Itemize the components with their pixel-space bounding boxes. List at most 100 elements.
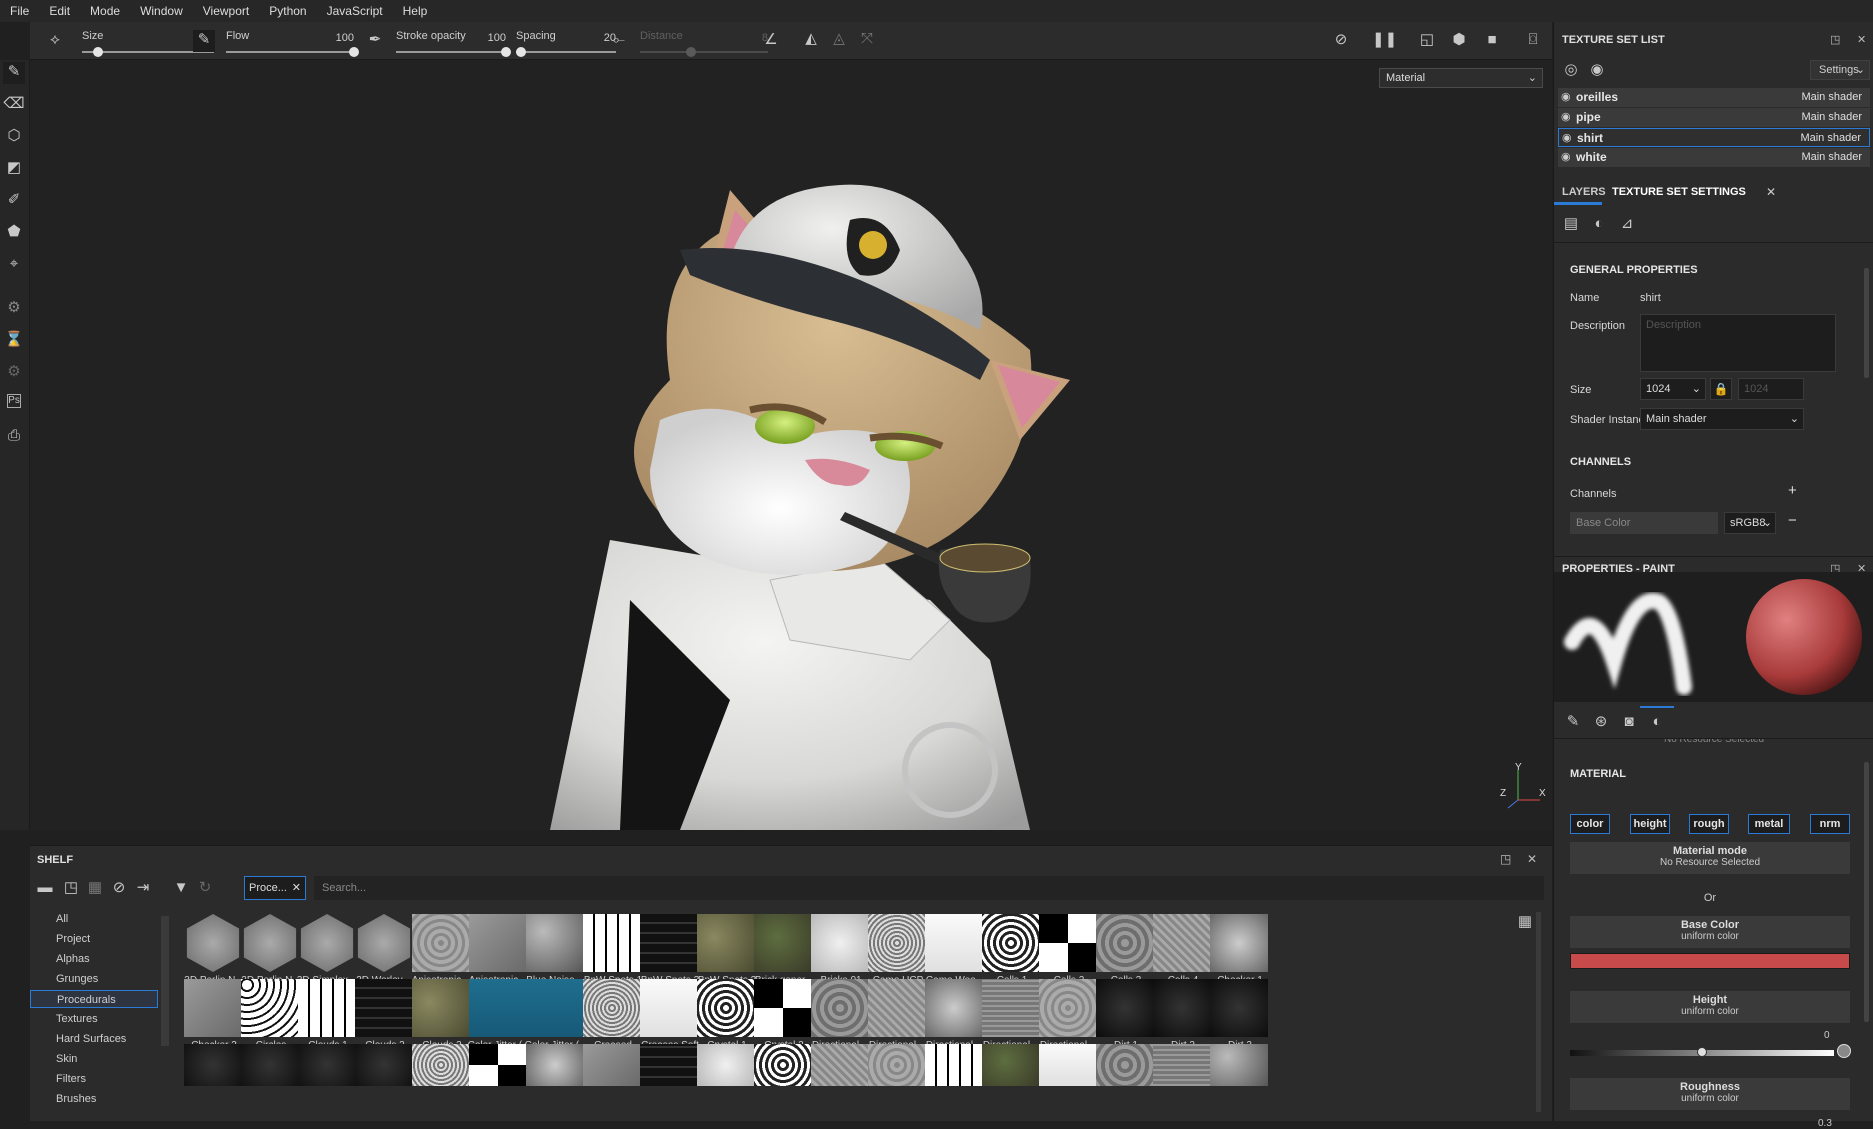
material-icon[interactable]: ◐ [1646, 712, 1668, 734]
export-doc-icon[interactable]: ⎙ [3, 426, 25, 448]
shelf-resource-tile[interactable] [864, 1044, 927, 1122]
remove-filter-icon[interactable]: ✕ [292, 877, 301, 899]
smudge-icon[interactable]: ✐ [3, 190, 25, 212]
base-color-swatch[interactable] [1570, 953, 1850, 969]
import-icon[interactable]: ⇥ [132, 878, 154, 900]
menu-python[interactable]: Python [259, 4, 316, 18]
shader-instance-select[interactable]: Main shader ⌄ [1640, 408, 1804, 430]
menu-window[interactable]: Window [130, 4, 193, 18]
color-picker-icon[interactable]: ⌖ [3, 254, 25, 276]
material-mode-button[interactable]: Material mode No Resource Selected [1570, 842, 1850, 874]
material-ball-icon[interactable]: ◐ [1588, 214, 1610, 236]
projection-icon[interactable]: ⬡ [3, 126, 25, 148]
shelf-resource-tile[interactable] [807, 1044, 870, 1122]
float-icon[interactable]: ◳ [1830, 28, 1840, 52]
shelf-category-alphas[interactable]: Alphas [30, 950, 158, 968]
menu-javascript[interactable]: JavaScript [317, 4, 393, 18]
slider-knob[interactable] [1697, 1047, 1707, 1057]
camera-icon[interactable]: ■ [1481, 30, 1503, 52]
3d-viewport[interactable]: Material ⌄ Y X Z [30, 60, 1552, 830]
close-icon[interactable]: ✕ [1527, 852, 1537, 866]
slider-knob[interactable] [501, 47, 511, 57]
distance-slider[interactable]: Distance 8 [640, 27, 768, 57]
slider-knob[interactable] [92, 47, 103, 57]
texture-set-row[interactable]: ◉ white Main shader [1558, 148, 1870, 167]
shelf-resource-tile[interactable] [294, 1044, 357, 1122]
slider-knob[interactable] [686, 47, 697, 57]
shelf-resource-tile[interactable] [522, 1044, 585, 1122]
shelf-resource-tile[interactable] [693, 1044, 756, 1122]
show-all-icon[interactable]: ◎ [1560, 60, 1582, 82]
lock-icon[interactable]: 🔒 [1710, 378, 1732, 400]
shelf-resource-tile[interactable] [237, 1044, 300, 1122]
bake-icon[interactable]: ⚙ [3, 298, 25, 320]
layers-stack-icon[interactable]: ▤ [1560, 214, 1582, 236]
menu-file[interactable]: File [0, 4, 39, 18]
settings-dropdown[interactable]: Settings ⌄ [1810, 60, 1870, 80]
hide-icon[interactable]: ⊘ [108, 878, 130, 900]
close-tab-icon[interactable]: ✕ [1766, 185, 1776, 199]
shelf-resource-tile[interactable] [750, 1044, 813, 1122]
shelf-resource-tile[interactable] [921, 1044, 984, 1122]
texture-set-name-value[interactable]: shirt [1640, 292, 1661, 304]
scrollbar[interactable] [1864, 762, 1869, 1022]
angle-icon[interactable]: ∠ [760, 30, 782, 52]
lazy-mouse-icon[interactable]: ⟜ [608, 30, 630, 52]
channel-rough-toggle[interactable]: rough [1689, 814, 1729, 834]
alpha-icon[interactable]: ⊛ [1590, 712, 1612, 734]
texture-set-row[interactable]: ◉ pipe Main shader [1558, 108, 1870, 127]
float-icon[interactable]: ◳ [1500, 852, 1511, 866]
slider-knob[interactable] [349, 47, 359, 57]
size-select[interactable]: 1024 ⌄ [1640, 378, 1706, 400]
shelf-category-brushes[interactable]: Brushes [30, 1090, 158, 1108]
shelf-category-hard-surfaces[interactable]: Hard Surfaces [30, 1030, 158, 1048]
new-folder-icon[interactable]: ◳ [60, 878, 82, 900]
height-button[interactable]: Height uniform color [1570, 991, 1850, 1023]
filter-icon[interactable]: ▼ [170, 878, 192, 900]
visibility-eye-icon[interactable]: ◉ [1561, 88, 1571, 107]
plugin-icon[interactable]: ⚙ [3, 362, 25, 384]
shelf-resource-tile[interactable] [1149, 1044, 1212, 1122]
texture-set-row-selected[interactable]: ◉ shirt Main shader [1558, 128, 1870, 147]
channel-nrm-toggle[interactable]: nrm [1810, 814, 1850, 834]
channel-color-toggle[interactable]: color [1570, 814, 1610, 834]
roughness-button[interactable]: Roughness uniform color [1570, 1078, 1850, 1110]
pause-icon[interactable]: ❚❚ [1372, 30, 1397, 52]
shelf-resource-tile[interactable] [465, 1044, 528, 1122]
grid-view-icon[interactable]: ▦ [1514, 912, 1536, 934]
shelf-resource-tile[interactable] [579, 1044, 642, 1122]
viewport-2d-icon[interactable]: ◱ [1416, 30, 1438, 52]
scrollbar[interactable] [161, 916, 169, 1046]
brush-size-icon[interactable]: ✎ [193, 30, 215, 52]
shelf-category-textures[interactable]: Textures [30, 1010, 158, 1028]
scrollbar[interactable] [1536, 912, 1541, 1112]
slider-knob[interactable] [516, 47, 526, 57]
shelf-resource-tile[interactable] [636, 1044, 699, 1122]
shelf-resource-tile[interactable] [1035, 1044, 1098, 1122]
brush-settings-icon[interactable]: ✎ [1562, 712, 1584, 734]
shelf-resource-tile[interactable] [1092, 1044, 1155, 1122]
remove-channel-icon[interactable]: − [1788, 512, 1797, 529]
clone-stamp-icon[interactable]: ⬟ [3, 222, 25, 244]
visibility-eye-icon[interactable]: ◉ [1562, 129, 1572, 148]
stencil-icon[interactable]: ◙ [1618, 712, 1640, 734]
tab-texture-set-settings[interactable]: TEXTURE SET SETTINGS [1612, 186, 1746, 198]
shelf-resource-tile[interactable] [180, 1044, 243, 1122]
shelf-category-filters[interactable]: Filters [30, 1070, 158, 1088]
shelf-category-skin[interactable]: Skin [30, 1050, 158, 1068]
delete-icon[interactable]: ▦ [84, 878, 106, 900]
visibility-eye-icon[interactable]: ◉ [1561, 148, 1571, 167]
reset-icon[interactable] [1837, 1044, 1851, 1058]
spacing-slider[interactable]: Spacing 20 [516, 27, 616, 57]
viewport-3d-icon[interactable]: ⬢ [1448, 30, 1470, 52]
refresh-icon[interactable]: ↻ [194, 878, 216, 900]
transform-icon[interactable]: ⤧ [856, 29, 878, 51]
description-field[interactable]: Description [1640, 314, 1836, 372]
symmetry-icon[interactable]: ⟡ [44, 30, 66, 52]
shelf-resource-tile[interactable] [1206, 1044, 1269, 1122]
channel-metal-toggle[interactable]: metal [1748, 814, 1790, 834]
polygon-fill-icon[interactable]: ◩ [3, 158, 25, 180]
screenshot-icon[interactable]: ⌼ [1522, 30, 1544, 52]
uv-icon[interactable]: ⊿ [1616, 214, 1638, 236]
mirror-settings-icon[interactable]: ◬ [828, 29, 850, 51]
